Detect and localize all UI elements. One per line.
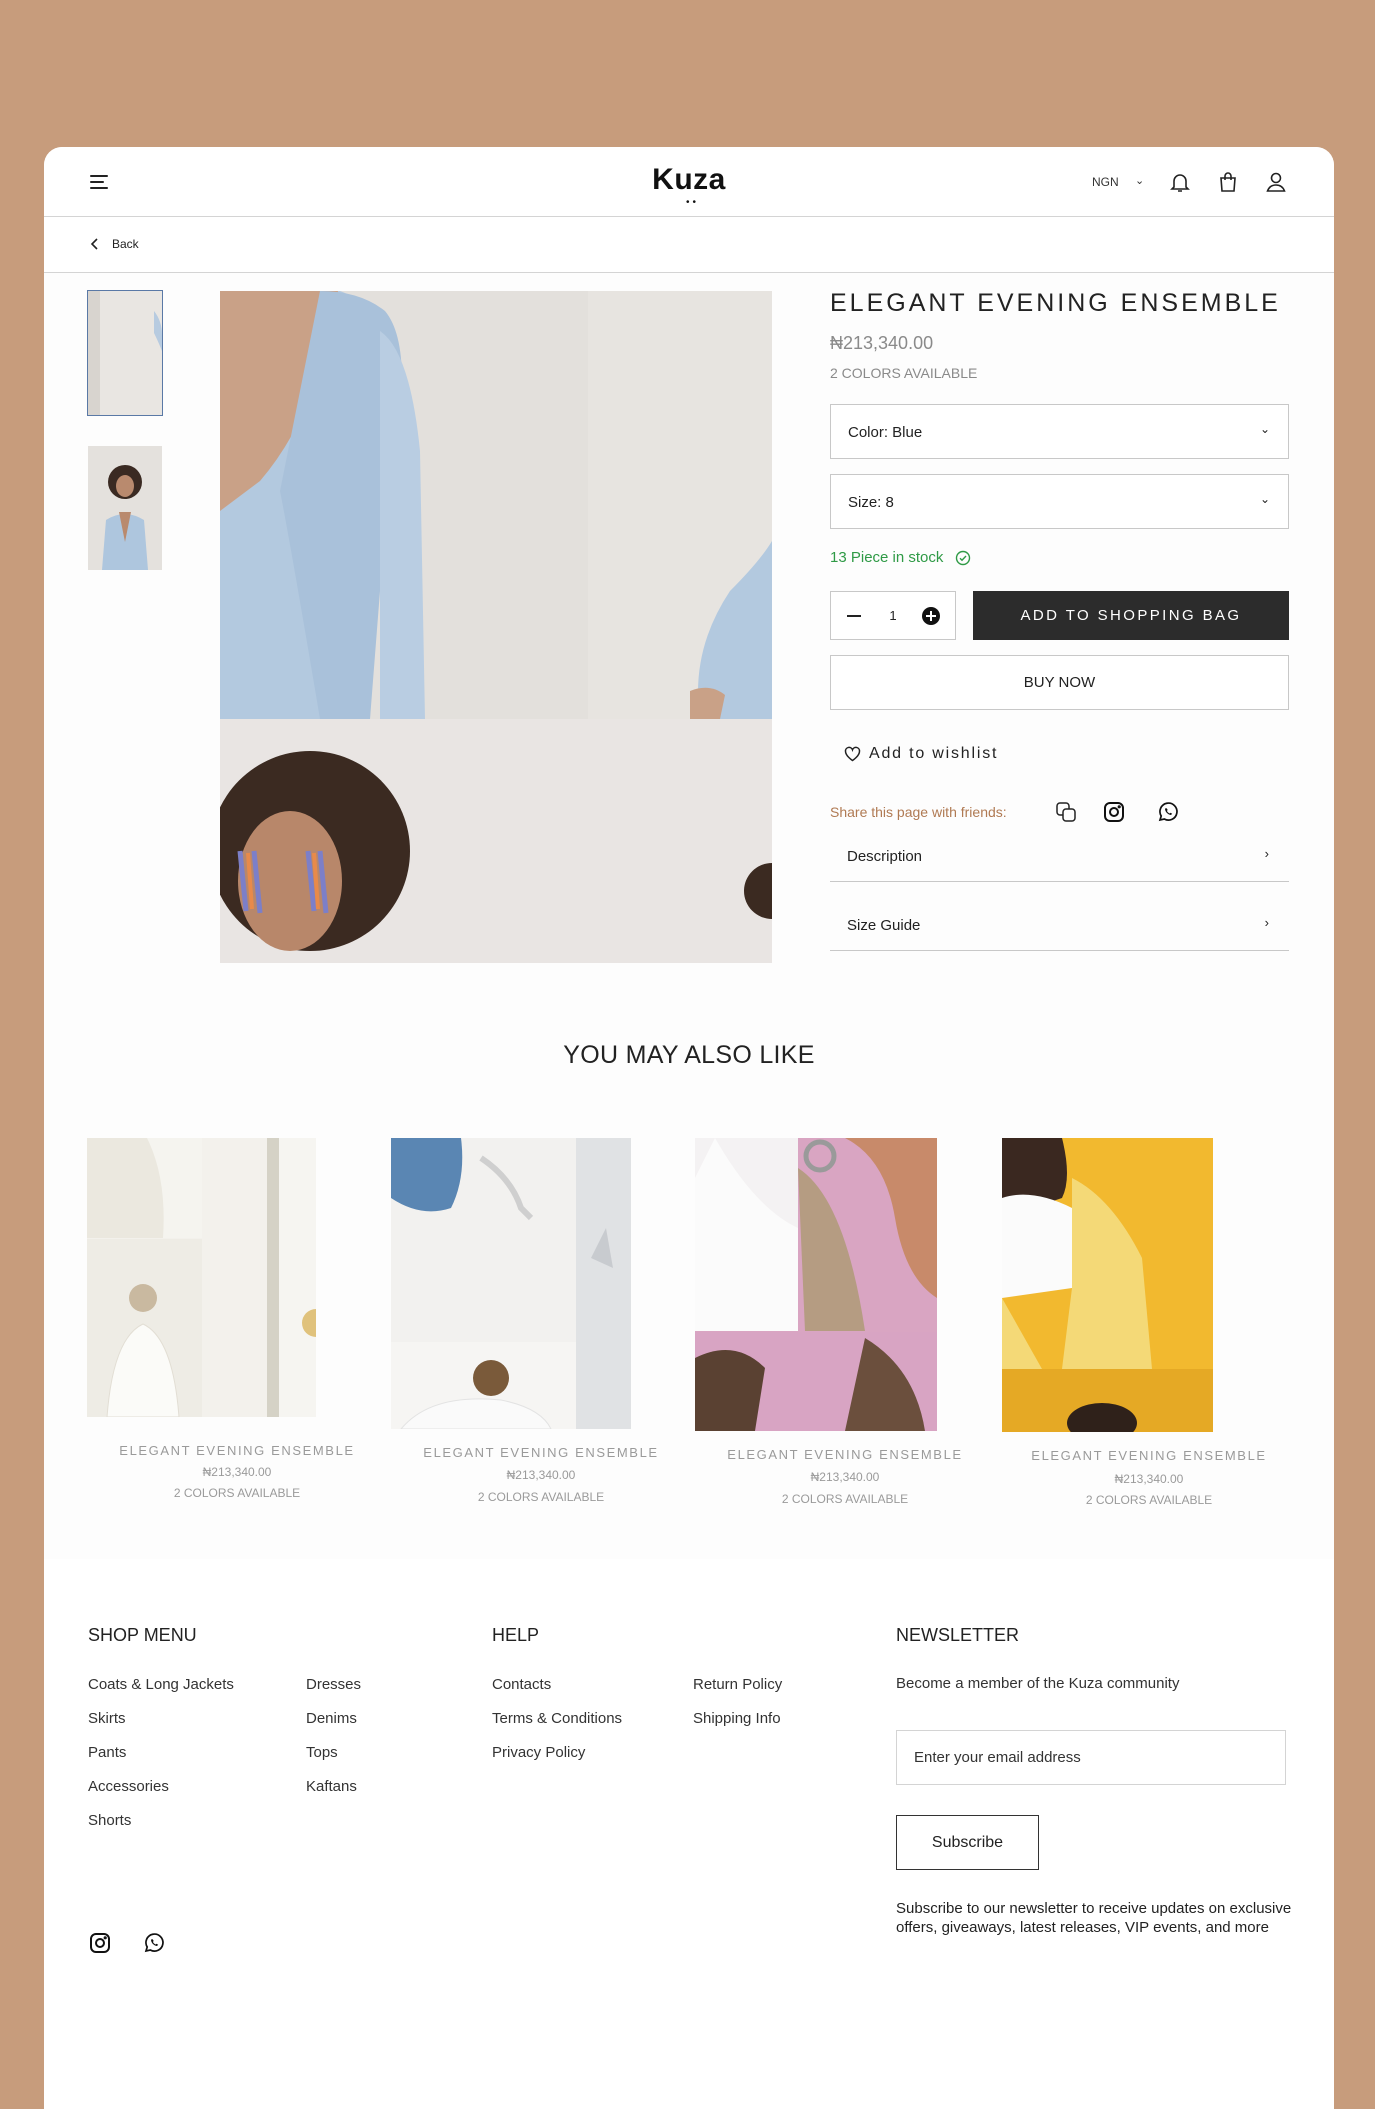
- stock-text: 13 Piece in stock: [830, 549, 944, 566]
- footer-link[interactable]: Terms & Conditions: [492, 1710, 622, 1727]
- footer-link[interactable]: Return Policy: [693, 1676, 782, 1693]
- newsletter-heading: NEWSLETTER: [896, 1625, 1020, 1645]
- chevron-right-icon: ›: [1264, 846, 1269, 861]
- product-card-colors: 2 COLORS AVAILABLE: [173, 1486, 301, 1500]
- color-select-value: Color: Blue: [848, 424, 923, 441]
- back-label: Back: [112, 237, 139, 251]
- subscribe-button[interactable]: Subscribe: [896, 1815, 1039, 1870]
- brand-logo[interactable]: Kuza: [639, 163, 739, 197]
- thumbnail-2[interactable]: [88, 446, 162, 570]
- chevron-down-icon: ⌄: [1259, 422, 1270, 436]
- footer-link[interactable]: Skirts: [88, 1710, 126, 1727]
- stock-status: 13 Piece in stock: [830, 549, 971, 566]
- footer-link[interactable]: Tops: [306, 1744, 338, 1761]
- email-field[interactable]: [896, 1730, 1286, 1785]
- description-accordion[interactable]: Description ›: [830, 828, 1289, 882]
- whatsapp-icon[interactable]: [1156, 800, 1180, 824]
- size-select[interactable]: Size: 8 ⌄: [830, 474, 1289, 529]
- product-price: ₦213,340.00: [830, 333, 934, 353]
- footer-link[interactable]: Privacy Policy: [492, 1744, 585, 1761]
- buy-now-button[interactable]: BUY NOW: [830, 655, 1289, 710]
- product-card-image[interactable]: [695, 1138, 937, 1431]
- footer-link[interactable]: Pants: [88, 1744, 126, 1761]
- newsletter-tagline: Become a member of the Kuza community: [896, 1675, 1180, 1692]
- chevron-right-icon: ›: [1264, 915, 1269, 930]
- add-to-bag-button[interactable]: ADD TO SHOPPING BAG: [973, 591, 1289, 640]
- quantity-value[interactable]: 1: [887, 608, 899, 623]
- chevron-down-icon: ⌄: [1259, 492, 1270, 506]
- colors-available: 2 COLORS AVAILABLE: [830, 365, 978, 381]
- minus-icon[interactable]: [847, 615, 861, 617]
- product-card-colors: 2 COLORS AVAILABLE: [781, 1492, 909, 1506]
- footer-link[interactable]: Coats & Long Jackets: [88, 1676, 234, 1693]
- product-card-image[interactable]: [1002, 1138, 1213, 1432]
- product-card-image[interactable]: [391, 1138, 631, 1429]
- product-title: ELEGANT EVENING ENSEMBLE: [830, 289, 1281, 317]
- recommendations-heading: YOU MAY ALSO LIKE: [563, 1041, 815, 1069]
- product-card-name: ELEGANT EVENING ENSEMBLE: [1031, 1448, 1267, 1463]
- footer-link[interactable]: Shorts: [88, 1812, 131, 1829]
- user-icon[interactable]: [1264, 170, 1288, 194]
- check-circle-icon: [955, 550, 971, 566]
- product-card-name: ELEGANT EVENING ENSEMBLE: [727, 1447, 963, 1462]
- instagram-icon[interactable]: [88, 1931, 112, 1955]
- footer-link[interactable]: Shipping Info: [693, 1710, 781, 1727]
- copy-link-icon[interactable]: [1054, 800, 1078, 824]
- share-label: Share this page with friends:: [830, 804, 1007, 820]
- product-card-price: ₦213,340.00: [1114, 1472, 1184, 1486]
- footer-link[interactable]: Denims: [306, 1710, 357, 1727]
- product-card-price: ₦213,340.00: [202, 1465, 272, 1479]
- description-label: Description: [847, 848, 923, 865]
- product-card-image[interactable]: [87, 1138, 316, 1417]
- shopping-bag-icon[interactable]: [1216, 170, 1240, 194]
- footer-link[interactable]: Dresses: [306, 1676, 361, 1693]
- help-heading: HELP: [492, 1625, 540, 1645]
- wishlist-label: Add to wishlist: [869, 745, 999, 762]
- thumbnail-1[interactable]: [87, 290, 163, 416]
- menu-icon[interactable]: [90, 173, 110, 191]
- newsletter-note: Subscribe to our newsletter to receive u…: [896, 1900, 1292, 1936]
- back-link[interactable]: Back: [90, 237, 139, 251]
- size-guide-accordion[interactable]: Size Guide ›: [830, 897, 1289, 951]
- product-card-price: ₦213,340.00: [506, 1468, 576, 1482]
- size-guide-label: Size Guide: [847, 917, 921, 934]
- product-card-price: ₦213,340.00: [810, 1470, 880, 1484]
- shop-menu-heading: SHOP MENU: [88, 1625, 197, 1645]
- whatsapp-icon[interactable]: [142, 1931, 166, 1955]
- heart-icon: [844, 746, 861, 762]
- instagram-icon[interactable]: [1102, 800, 1126, 824]
- chevron-down-icon[interactable]: ⌄: [1135, 174, 1144, 187]
- chevron-left-icon: [90, 238, 98, 250]
- product-card-colors: 2 COLORS AVAILABLE: [1085, 1493, 1213, 1507]
- quantity-stepper: 1: [830, 591, 956, 640]
- footer-link[interactable]: Accessories: [88, 1778, 169, 1795]
- page-frame: Kuza •• NGN ⌄ Back ELEGANT EVENING ENSEM…: [44, 147, 1334, 2109]
- product-card-colors: 2 COLORS AVAILABLE: [477, 1490, 605, 1504]
- currency-select[interactable]: NGN: [1092, 175, 1119, 189]
- add-to-wishlist-button[interactable]: Add to wishlist: [844, 745, 998, 763]
- product-main-image[interactable]: [220, 291, 772, 963]
- footer-link[interactable]: Kaftans: [306, 1778, 357, 1795]
- size-select-value: Size: 8: [848, 494, 894, 511]
- color-select[interactable]: Color: Blue ⌄: [830, 404, 1289, 459]
- plus-icon[interactable]: [922, 607, 940, 625]
- footer: [44, 1559, 1334, 2109]
- product-card-name: ELEGANT EVENING ENSEMBLE: [423, 1445, 659, 1460]
- logo-dots: ••: [686, 197, 700, 208]
- top-header: Kuza •• NGN ⌄: [44, 147, 1334, 217]
- breadcrumb-bar: Back: [44, 217, 1334, 273]
- product-card-name: ELEGANT EVENING ENSEMBLE: [119, 1443, 355, 1458]
- bell-icon[interactable]: [1168, 170, 1192, 194]
- footer-link[interactable]: Contacts: [492, 1676, 551, 1693]
